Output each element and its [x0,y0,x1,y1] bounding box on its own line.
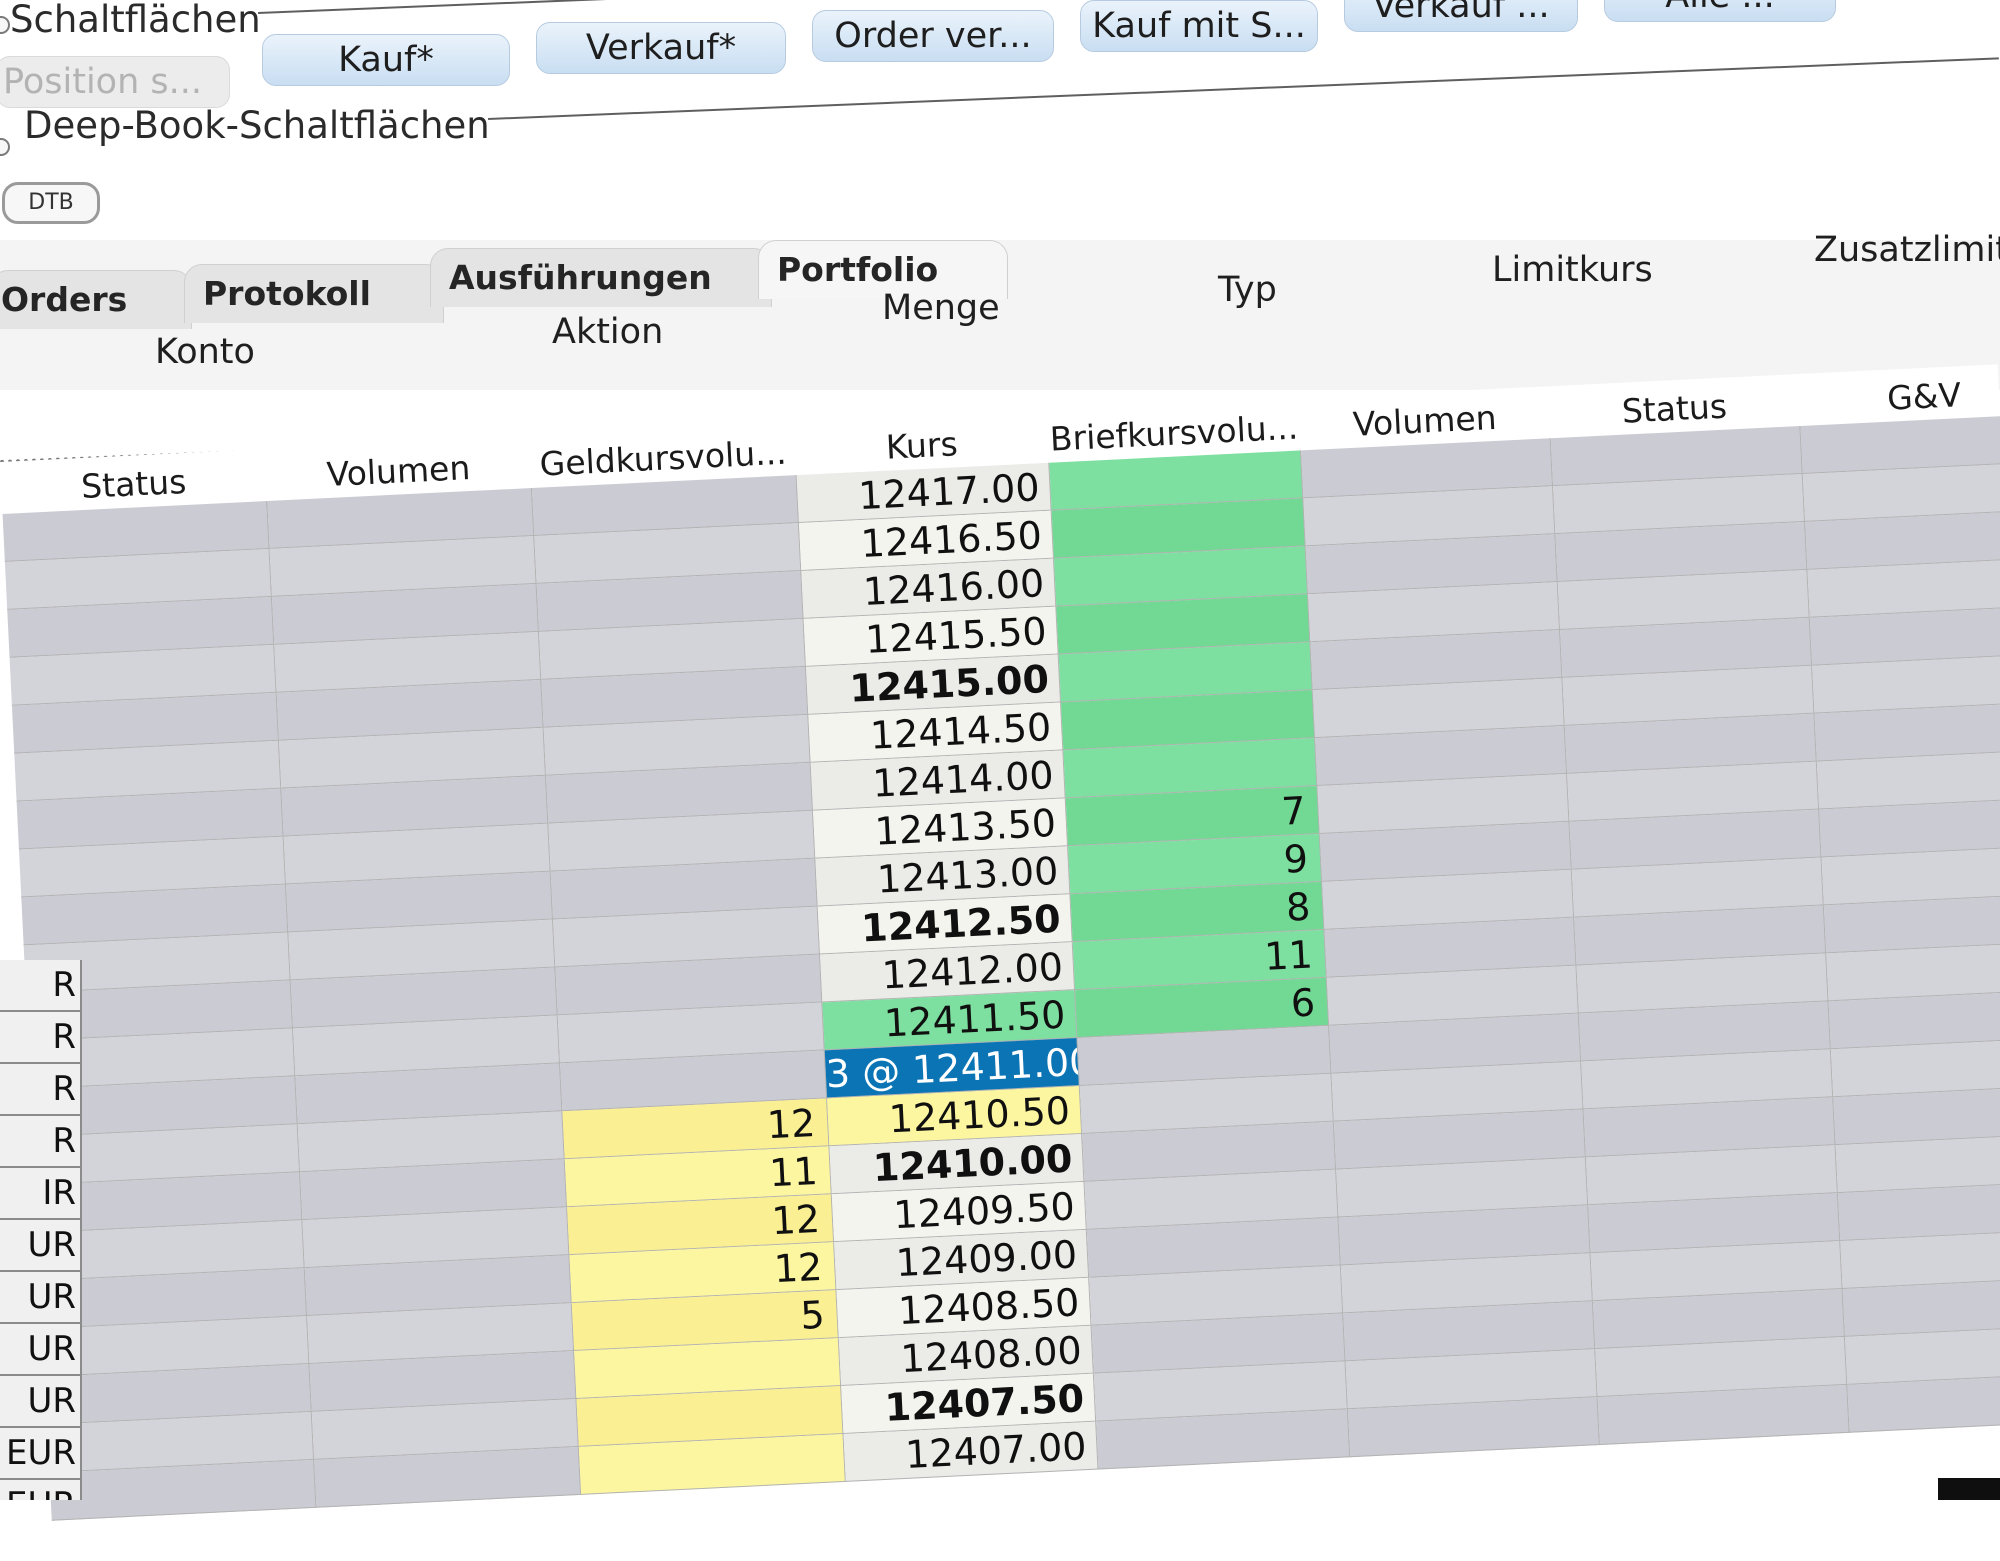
account-currency-cell: R [0,1012,80,1064]
account-currency-cell: UR [0,1220,80,1272]
column-header-menge: Menge [882,288,1000,328]
tab-ausfuehrungen[interactable]: Ausführungen [430,248,772,307]
status-corner [1938,1478,2000,1500]
tab-orders[interactable]: Orders [0,270,192,329]
column-header-limitkurs: Limitkurs [1492,250,1653,290]
order-modify-button[interactable]: Order ver... [812,10,1054,62]
buttons-section-title: Schaltflächen [10,0,261,41]
tab-strip: Orders Protokoll Ausführungen Portfolio … [0,230,2000,390]
account-currency-cell: R [0,960,80,1012]
column-header-konto: Konto [155,332,255,372]
account-currency-cell: EUR [0,1428,80,1480]
account-currency-cell: UR [0,1324,80,1376]
orders-account-column: RRRRIRURURURUREUREUREUR [0,960,82,1500]
collapse-icon[interactable] [0,16,10,34]
cancel-all-button[interactable]: Alle ... [1604,0,1836,22]
account-currency-cell: R [0,1116,80,1168]
collapse-icon[interactable] [0,138,10,156]
buy-with-stop-button[interactable]: Kauf mit S... [1080,0,1318,52]
sell-other-button[interactable]: Verkauf ... [1344,0,1578,32]
column-header-aktion: Aktion [552,312,664,352]
dtb-button[interactable]: DTB [2,182,100,224]
column-header-typ: Typ [1218,270,1277,310]
sell-button[interactable]: Verkauf* [536,22,786,74]
column-header-zusatzlimit: Zusatzlimit [1814,230,2000,270]
deep-book-table: Status Volumen Geldkursvolu... Kurs Briefkur… [0,364,2000,1560]
tab-protokoll[interactable]: Protokoll [184,264,444,323]
account-currency-cell: UR [0,1376,80,1428]
deepbook-section-title: Deep-Book-Schaltflächen [24,104,490,147]
account-currency-cell: IR [0,1168,80,1220]
position-button: Position s... [0,56,230,108]
buy-button[interactable]: Kauf* [262,34,510,86]
account-currency-cell: R [0,1064,80,1116]
account-currency-cell: UR [0,1272,80,1324]
account-currency-cell: EUR [0,1480,80,1500]
